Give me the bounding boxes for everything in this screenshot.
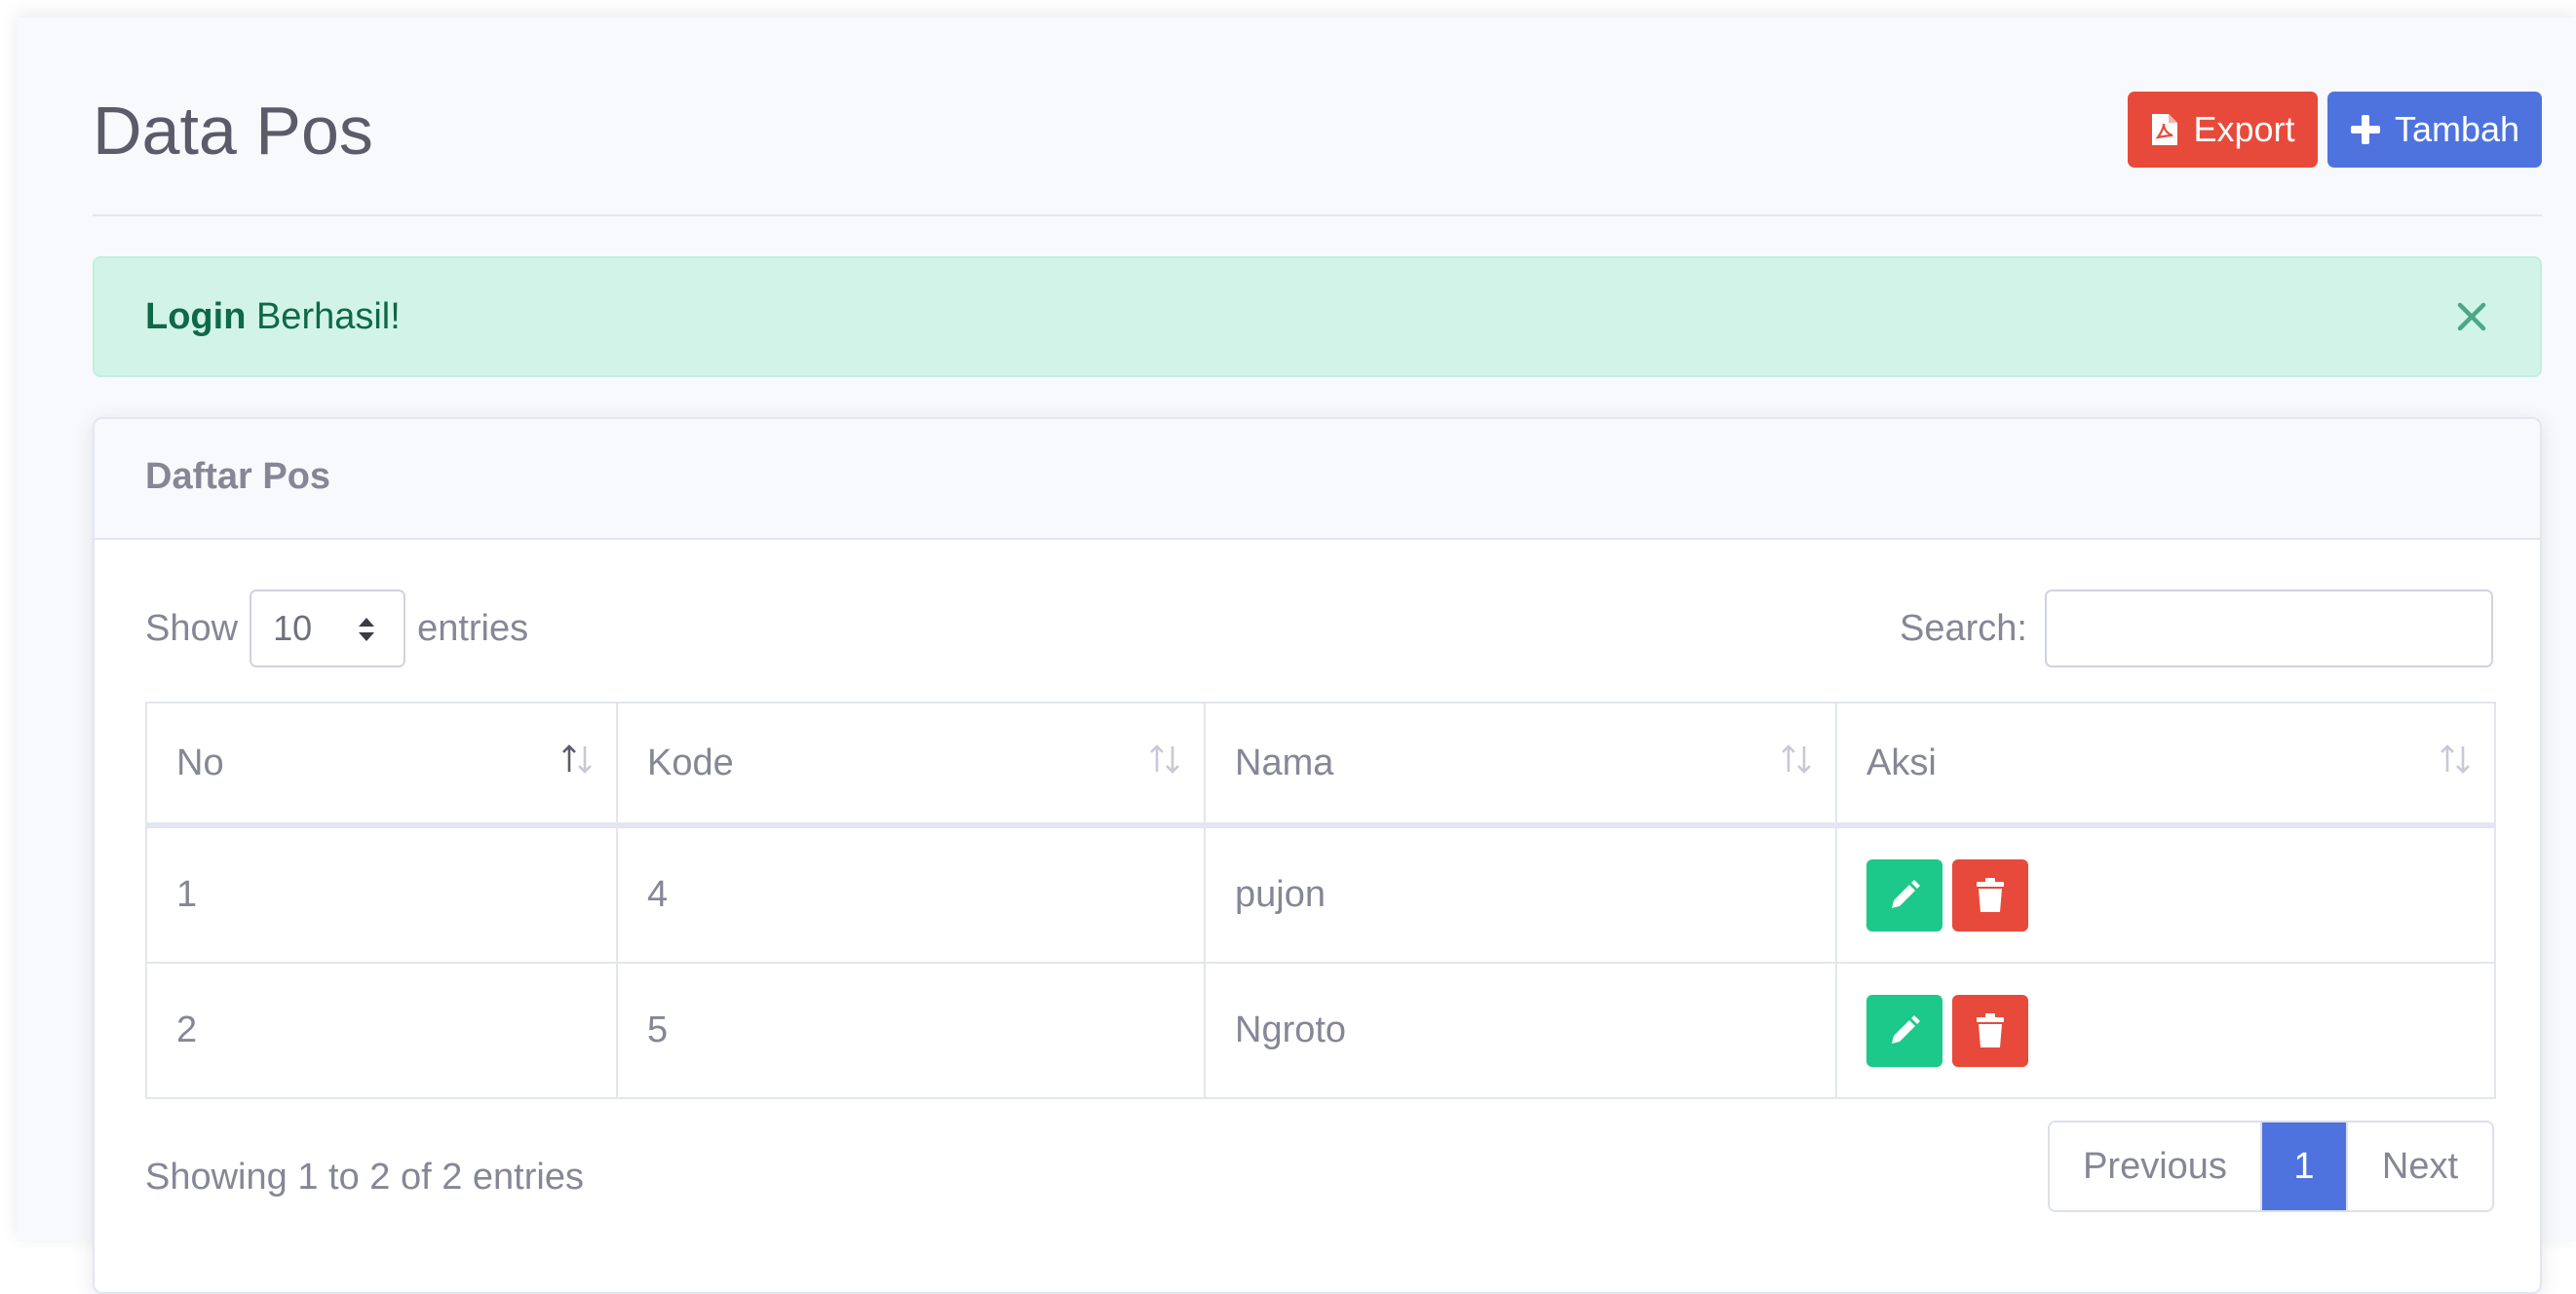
add-button[interactable]: Tambah <box>2327 92 2542 168</box>
sort-icon <box>1150 744 1179 774</box>
cell-aksi <box>1835 824 2496 964</box>
column-header-kode[interactable]: Kode <box>616 702 1206 828</box>
pencil-icon <box>1892 879 1920 908</box>
delete-button[interactable] <box>1952 858 2028 932</box>
cell-kode: 5 <box>616 962 1206 1099</box>
table-info: Showing 1 to 2 of 2 entries <box>145 1157 584 1198</box>
column-header-aksi[interactable]: Aksi <box>1835 702 2496 828</box>
alert-close-button[interactable] <box>2450 295 2493 338</box>
column-label: Nama <box>1235 742 1334 783</box>
entries-select-value: 10 <box>273 608 313 648</box>
search-input[interactable] <box>2045 590 2493 667</box>
pagination-previous[interactable]: Previous <box>2050 1123 2262 1210</box>
card-title: Daftar Pos <box>145 456 331 497</box>
cell-no: 1 <box>145 824 618 964</box>
table-row: 1 4 pujon <box>145 824 2496 964</box>
entries-length-control: Show 10 entries <box>145 590 528 667</box>
entries-label: entries <box>417 607 529 649</box>
edit-button[interactable] <box>1866 994 1942 1067</box>
delete-button[interactable] <box>1952 994 2028 1067</box>
cell-nama: Ngroto <box>1204 962 1837 1099</box>
cell-kode: 4 <box>616 824 1206 964</box>
column-label: No <box>176 742 224 783</box>
sort-icon <box>2441 744 2470 774</box>
alert-text: Berhasil! <box>246 295 401 337</box>
plus-icon <box>2350 115 2380 144</box>
edit-button[interactable] <box>1866 858 1942 932</box>
column-label: Aksi <box>1866 742 1937 783</box>
column-header-no[interactable]: No <box>145 702 618 828</box>
trash-icon <box>1977 877 2004 912</box>
close-icon <box>2457 302 2486 331</box>
search-label: Search: <box>1900 607 2027 649</box>
cell-aksi <box>1835 962 2496 1099</box>
entries-select[interactable]: 10 <box>250 590 406 667</box>
pagination: Previous 1 Next <box>2048 1121 2494 1212</box>
page-header: Data Pos Export Tambah <box>93 74 2542 216</box>
search-control: Search: <box>1900 590 2493 667</box>
pos-list-card: Daftar Pos Show 10 entries Search: No Ko… <box>93 417 2542 1294</box>
alert-message: Login Berhasil! <box>145 296 401 338</box>
trash-icon <box>1977 1012 2004 1047</box>
column-header-nama[interactable]: Nama <box>1204 702 1837 828</box>
add-button-label: Tambah <box>2394 109 2520 149</box>
column-label: Kode <box>647 742 734 783</box>
alert-strong: Login <box>145 295 247 337</box>
export-button[interactable]: Export <box>2128 92 2318 168</box>
page-wrapper: Data Pos Export Tambah Login Berhasil! D… <box>17 18 2576 1294</box>
card-header: Daftar Pos <box>95 419 2540 540</box>
pagination-page-1[interactable]: 1 <box>2262 1123 2346 1210</box>
sort-icon <box>1782 744 1811 774</box>
cell-no: 2 <box>145 962 618 1099</box>
cell-nama: pujon <box>1204 824 1837 964</box>
table-row: 2 5 Ngroto <box>145 962 2496 1099</box>
sort-ascending-icon <box>562 744 592 774</box>
export-button-label: Export <box>2193 109 2295 149</box>
show-label: Show <box>145 607 239 649</box>
table-header-row: No Kode Nama Aksi <box>145 702 2496 828</box>
pagination-next[interactable]: Next <box>2346 1123 2492 1210</box>
pdf-file-icon <box>2152 114 2178 145</box>
pos-table: No Kode Nama Aksi 1 4 pujon 2 5 Ngroto <box>145 702 2496 1099</box>
page-title: Data Pos <box>93 93 373 169</box>
pencil-icon <box>1892 1014 1920 1044</box>
select-arrows-icon <box>359 618 375 641</box>
success-alert: Login Berhasil! <box>93 256 2542 377</box>
